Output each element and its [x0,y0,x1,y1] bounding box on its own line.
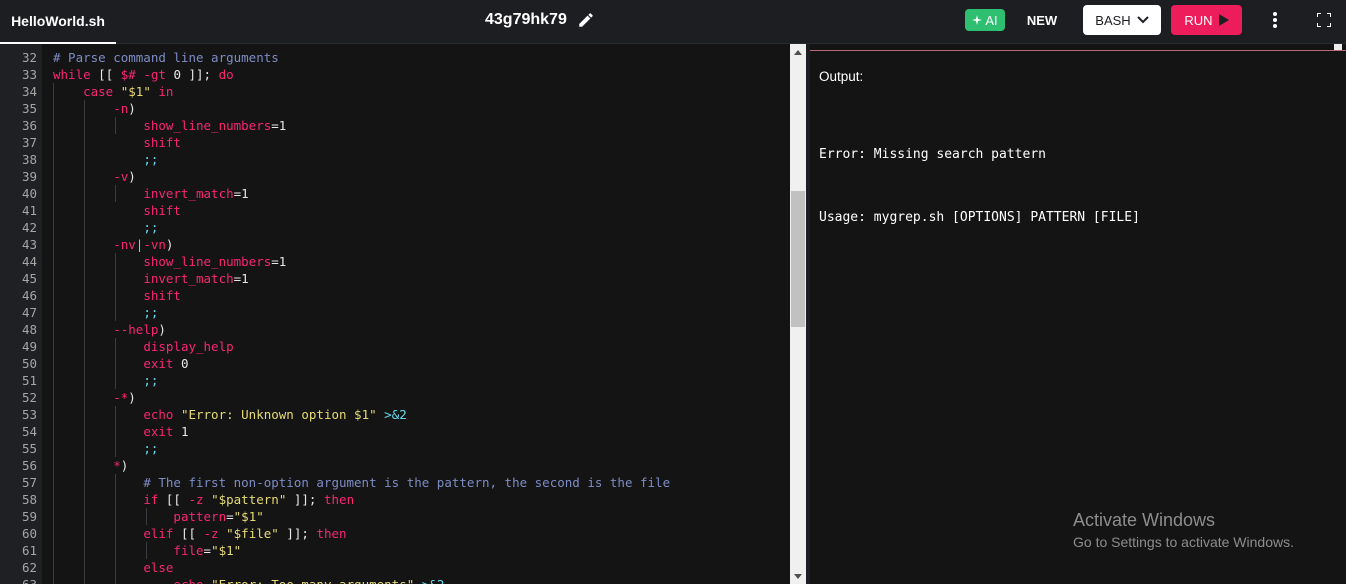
code-line[interactable]: --help) [53,321,670,338]
code-line[interactable]: -n) [53,100,670,117]
line-number: 57 [21,475,37,490]
run-button[interactable]: RUN [1171,5,1242,35]
scroll-up-arrow-icon[interactable] [790,44,806,60]
line-number: 55 [21,441,37,456]
line-number: 37 [21,135,37,150]
output-scroll-thumb[interactable] [1334,44,1342,50]
scroll-thumb[interactable] [791,191,805,327]
code-line[interactable]: elif [[ -z "$file" ]]; then [53,525,670,542]
line-number: 45 [21,271,37,286]
code-line[interactable]: if [[ -z "$pattern" ]]; then [53,491,670,508]
code-line[interactable]: pattern="$1" [53,508,670,525]
line-number: 47 [21,305,37,320]
code-line[interactable]: file="$1" [53,542,670,559]
line-number: 49 [21,339,37,354]
code-line[interactable]: show_line_numbers=1 [53,117,670,134]
code-line[interactable]: ;; [53,440,670,457]
line-number: 32 [21,50,37,65]
code-line[interactable]: echo "Error: Too many arguments" >&2 [53,576,670,584]
output-line: Error: Missing search pattern [819,147,1046,162]
file-tab[interactable]: HelloWorld.sh [0,0,116,44]
line-number: 59 [21,509,37,524]
line-number: 43 [21,237,37,252]
code-line[interactable]: # Parse command line arguments [53,49,670,66]
line-number-gutter: 32 33 34 35 36 37 38 39 40 41 42 43 44 45 46 47 48 49 50 51… [0,44,42,584]
line-number: 63 [0,576,37,584]
project-title-area: 43g79hk79 [485,0,595,40]
watermark-title: Activate Windows [1073,510,1216,530]
code-line[interactable]: ;; [53,304,670,321]
code-line[interactable]: shift [53,287,670,304]
code-line[interactable]: echo "Error: Unknown option $1" >&2 [53,406,670,423]
code-line[interactable]: invert_match=1 [53,270,670,287]
ai-button-label: AI [985,12,998,28]
run-button-label: RUN [1184,12,1213,28]
code-line[interactable]: display_help [53,338,670,355]
pencil-icon[interactable] [577,11,595,29]
code-content: # Parse command line arguments while [[ $… [53,49,670,584]
code-line[interactable]: show_line_numbers=1 [53,253,670,270]
line-number: 46 [21,288,37,303]
line-number: 54 [21,424,37,439]
code-line[interactable]: *) [53,457,670,474]
more-vertical-icon[interactable] [1265,10,1285,30]
line-number: 35 [21,101,37,116]
line-number: 40 [21,186,37,201]
line-number: 56 [21,458,37,473]
output-line: Usage: mygrep.sh [OPTIONS] PATTERN [FILE… [819,210,1140,225]
play-icon [1218,14,1229,26]
line-number: 51 [21,373,37,388]
line-number: 33 [21,67,37,82]
project-title: 43g79hk79 [485,11,567,28]
code-line[interactable]: invert_match=1 [53,185,670,202]
code-line[interactable]: shift [53,202,670,219]
code-line[interactable]: # The first non-option argument is the p… [53,474,670,491]
scroll-down-arrow-icon[interactable] [790,568,806,584]
fullscreen-icon[interactable] [1314,10,1334,30]
language-select-label: BASH [1095,12,1131,28]
code-line[interactable]: -v) [53,168,670,185]
line-number: 41 [21,203,37,218]
line-number: 61 [21,543,37,558]
code-line[interactable]: exit 0 [53,355,670,372]
activate-windows-watermark: Activate Windows Go to Settings to activ… [1073,510,1294,550]
line-number: 38 [21,152,37,167]
output-text: Error: Missing search pattern Usage: myg… [819,102,1140,270]
code-line[interactable]: while [[ $# -gt 0 ]]; do [53,66,670,83]
line-number: 36 [21,118,37,133]
top-bar: HelloWorld.sh 43g79hk79 AI NEW BASH RUN [0,0,1346,44]
code-line[interactable]: ;; [53,372,670,389]
line-number: 50 [21,356,37,371]
output-label: Output: [819,69,864,84]
code-editor[interactable]: 32 33 34 35 36 37 38 39 40 41 42 43 44 45 46 47 48 49 50 51… [0,44,790,584]
code-line[interactable]: ;; [53,151,670,168]
line-number: 44 [21,254,37,269]
code-line[interactable]: case "$1" in [53,83,670,100]
line-number: 48 [21,322,37,337]
code-line[interactable]: else [53,559,670,576]
code-line[interactable]: ;; [53,219,670,236]
ai-button[interactable]: AI [965,9,1005,31]
chevron-down-icon [1136,16,1149,24]
line-number: 39 [21,169,37,184]
code-line[interactable]: shift [53,134,670,151]
language-select[interactable]: BASH [1083,5,1161,35]
line-number: 52 [21,390,37,405]
line-number: 60 [21,526,37,541]
watermark-subtitle: Go to Settings to activate Windows. [1073,534,1294,550]
new-button[interactable]: NEW [1018,6,1066,34]
line-number: 58 [21,492,37,507]
line-number: 53 [21,407,37,422]
line-number: 34 [21,84,37,99]
line-number: 42 [21,220,37,235]
sparkle-icon [972,15,983,25]
code-line[interactable]: -nv|-vn) [53,236,670,253]
code-line[interactable]: -*) [53,389,670,406]
line-number: 62 [21,560,37,575]
output-panel: Output: Error: Missing search pattern Us… [810,44,1346,584]
code-line[interactable]: exit 1 [53,423,670,440]
editor-scrollbar[interactable] [790,44,806,584]
